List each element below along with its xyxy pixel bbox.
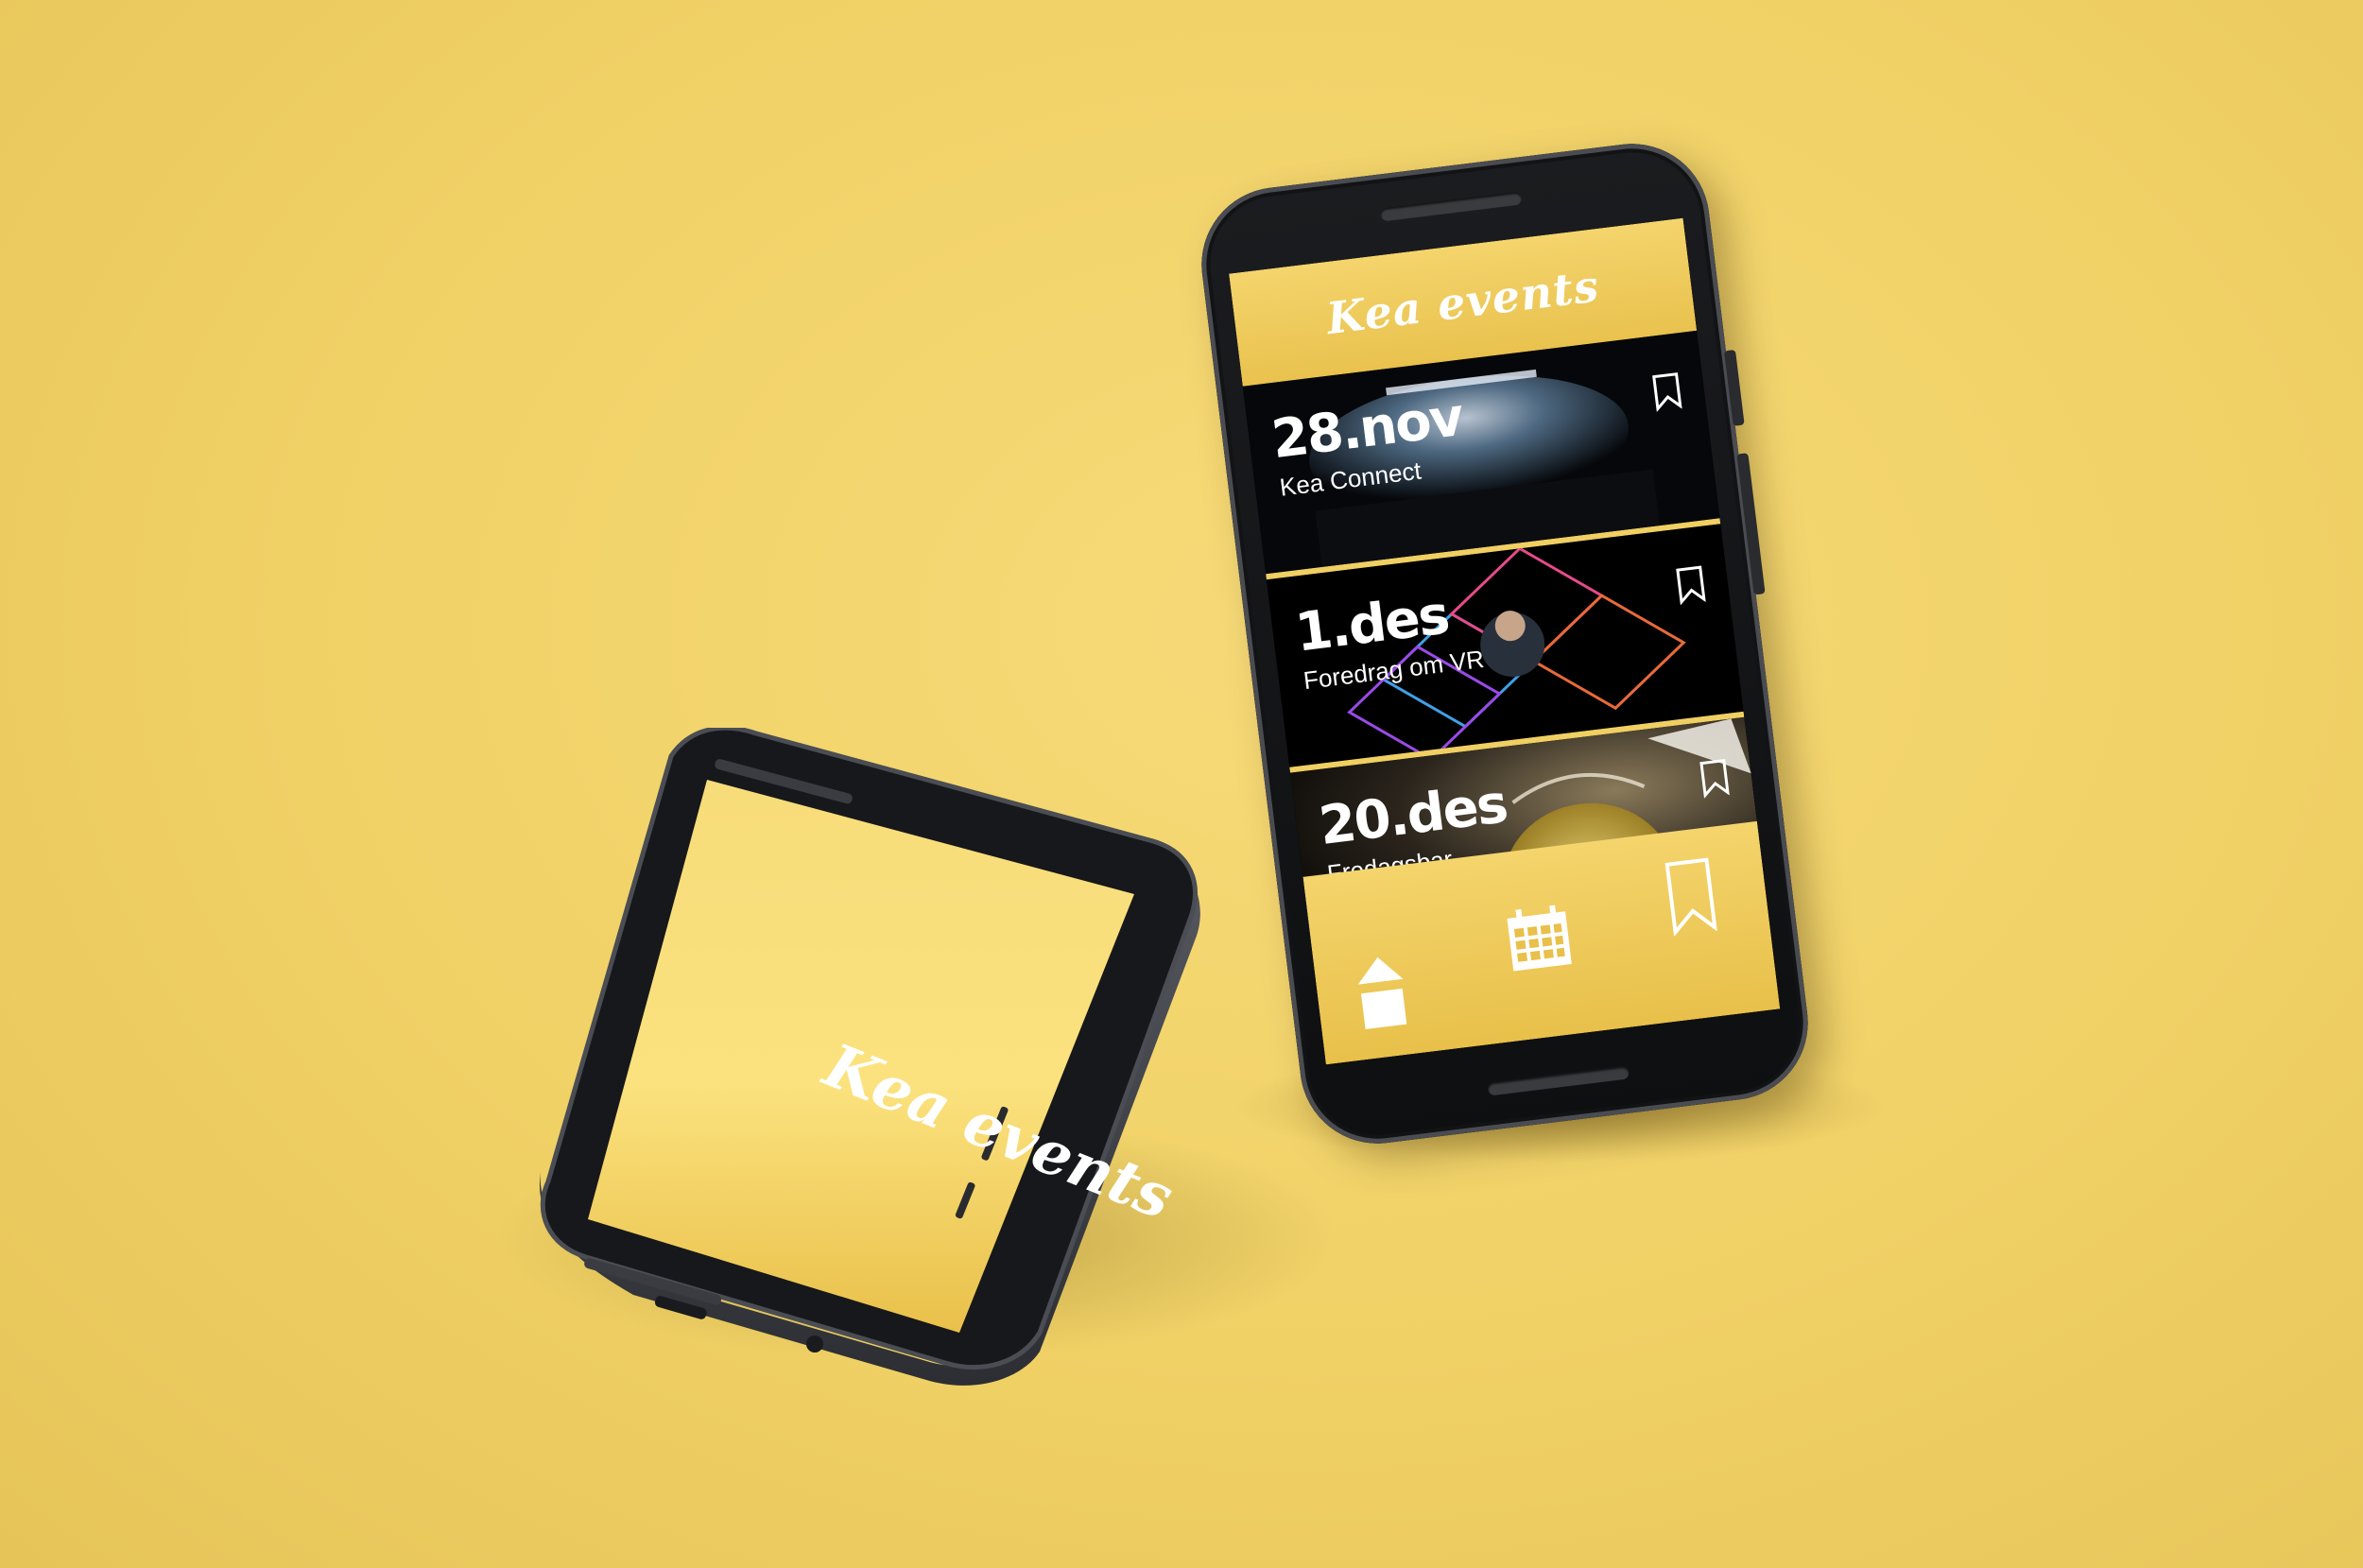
standing-phone: Kea events 28.nov Kea Connect 1.des Fore… (1192, 134, 1818, 1153)
app-title: Kea events (1323, 260, 1602, 345)
app-screen: Kea events 28.nov Kea Connect 1.des Fore… (1229, 217, 1781, 1065)
home-icon[interactable] (1351, 950, 1412, 1031)
bookmark-icon[interactable] (1663, 855, 1718, 937)
bookmark-icon[interactable] (1675, 564, 1708, 606)
bookmark-icon[interactable] (1650, 370, 1683, 412)
calendar-icon[interactable] (1502, 902, 1576, 975)
flat-phone: Kea events (529, 725, 1210, 1389)
bookmark-icon[interactable] (1699, 757, 1732, 799)
